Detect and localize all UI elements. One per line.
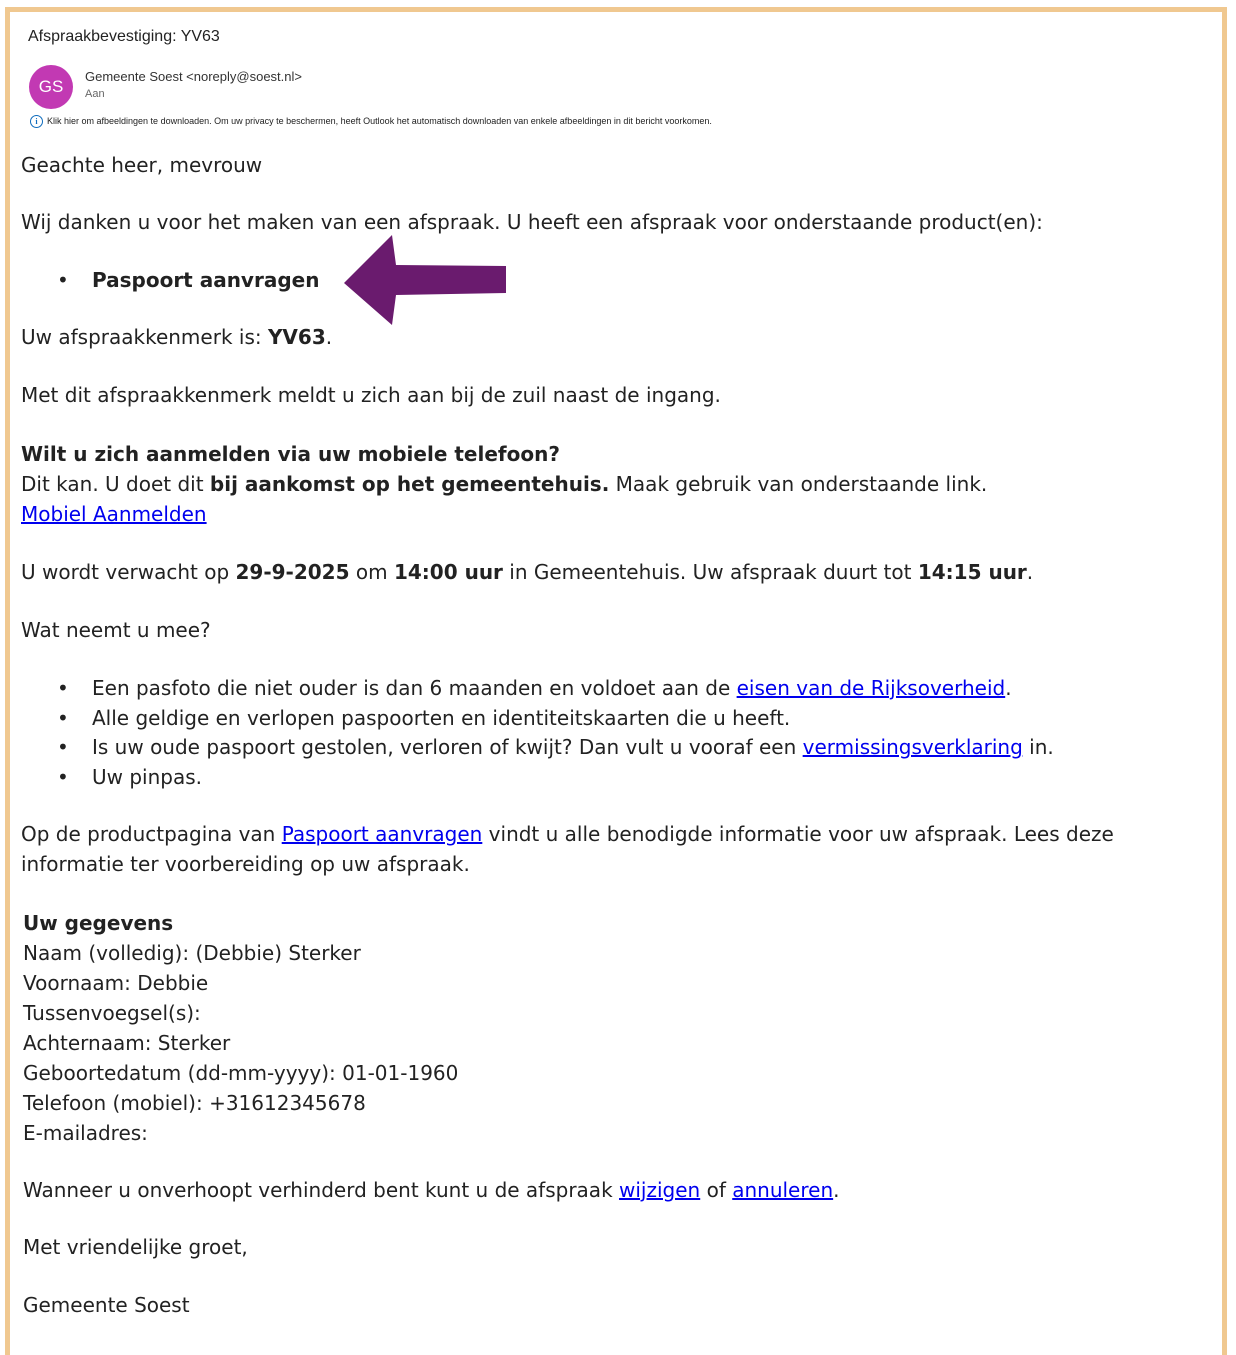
- details-name: Naam (volledig): (Debbie) Sterker: [23, 941, 361, 965]
- bring-item-photo: Een pasfoto die niet ouder is dan 6 maan…: [92, 676, 1012, 700]
- email-subject: Afspraakbevestiging: YV63: [28, 28, 220, 45]
- arrow-left-icon: [344, 235, 506, 325]
- details-infix: Tussenvoegsel(s):: [23, 1001, 201, 1025]
- wijzigen-link[interactable]: wijzigen: [619, 1178, 700, 1202]
- details-firstname: Voornaam: Debbie: [23, 971, 209, 995]
- greeting: Geachte heer, mevrouw: [21, 153, 263, 177]
- avatar[interactable]: GS: [29, 65, 73, 109]
- mobile-checkin-link[interactable]: Mobiel Aanmelden: [21, 502, 207, 526]
- reference-code: YV63: [267, 325, 326, 349]
- product-page-text-2: informatie ter voorbereiding op uw afspr…: [21, 852, 470, 876]
- bullet: •: [57, 706, 69, 730]
- details-email: E-mailadres:: [23, 1121, 148, 1145]
- mobile-heading: Wilt u zich aanmelden via uw mobiele tel…: [21, 442, 560, 466]
- info-banner-text: Klik hier om afbeeldingen te downloaden.…: [47, 116, 712, 126]
- appointment-date: 29-9-2025: [235, 560, 350, 584]
- appointment-end: 14:15 uur: [917, 560, 1027, 584]
- to-label: Aan: [85, 88, 105, 100]
- rijksoverheid-link[interactable]: eisen van de Rijksoverheid: [737, 676, 1006, 700]
- bullet: •: [57, 268, 69, 292]
- appointment-start: 14:00 uur: [393, 560, 503, 584]
- checkin-info: Met dit afspraakkenmerk meldt u zich aan…: [21, 383, 721, 407]
- bullet: •: [57, 765, 69, 789]
- bring-item-documents: Alle geldige en verlopen paspoorten en i…: [92, 706, 791, 730]
- bring-item-lost: Is uw oude paspoort gestolen, verloren o…: [92, 735, 1054, 759]
- reference-line: Uw afspraakkenmerk is: YV63.: [21, 325, 333, 349]
- paspoort-aanvragen-link[interactable]: Paspoort aanvragen: [282, 822, 483, 846]
- signature: Gemeente Soest: [23, 1293, 190, 1317]
- change-text: Wanneer u onverhoopt verhinderd bent kun…: [23, 1178, 840, 1202]
- appointment-time: U wordt verwacht op 29-9-2025 om 14:00 u…: [21, 560, 1034, 584]
- bring-item-pinpas: Uw pinpas.: [92, 765, 203, 789]
- vermissingsverklaring-link[interactable]: vermissingsverklaring: [803, 735, 1023, 759]
- image-download-banner[interactable]: i Klik hier om afbeeldingen te downloade…: [30, 114, 712, 128]
- info-icon: i: [30, 114, 43, 128]
- details-lastname: Achternaam: Sterker: [23, 1031, 231, 1055]
- bullet: •: [57, 735, 69, 759]
- details-heading: Uw gegevens: [23, 911, 174, 935]
- annuleren-link[interactable]: annuleren: [732, 1178, 833, 1202]
- mobile-text: Dit kan. U doet dit bij aankomst op het …: [21, 472, 988, 496]
- closing: Met vriendelijke groet,: [23, 1235, 248, 1259]
- details-dob: Geboortedatum (dd-mm-yyyy): 01-01-1960: [23, 1061, 459, 1085]
- product-page-text: Op de productpagina van Paspoort aanvrag…: [21, 822, 1114, 846]
- product-name: Paspoort aanvragen: [92, 268, 320, 292]
- thanks-text: Wij danken u voor het maken van een afsp…: [21, 210, 1043, 234]
- sender[interactable]: Gemeente Soest <noreply@soest.nl>: [85, 69, 302, 84]
- bullet: •: [57, 676, 69, 700]
- details-phone: Telefoon (mobiel): +31612345678: [23, 1091, 366, 1115]
- bring-heading: Wat neemt u mee?: [21, 618, 211, 642]
